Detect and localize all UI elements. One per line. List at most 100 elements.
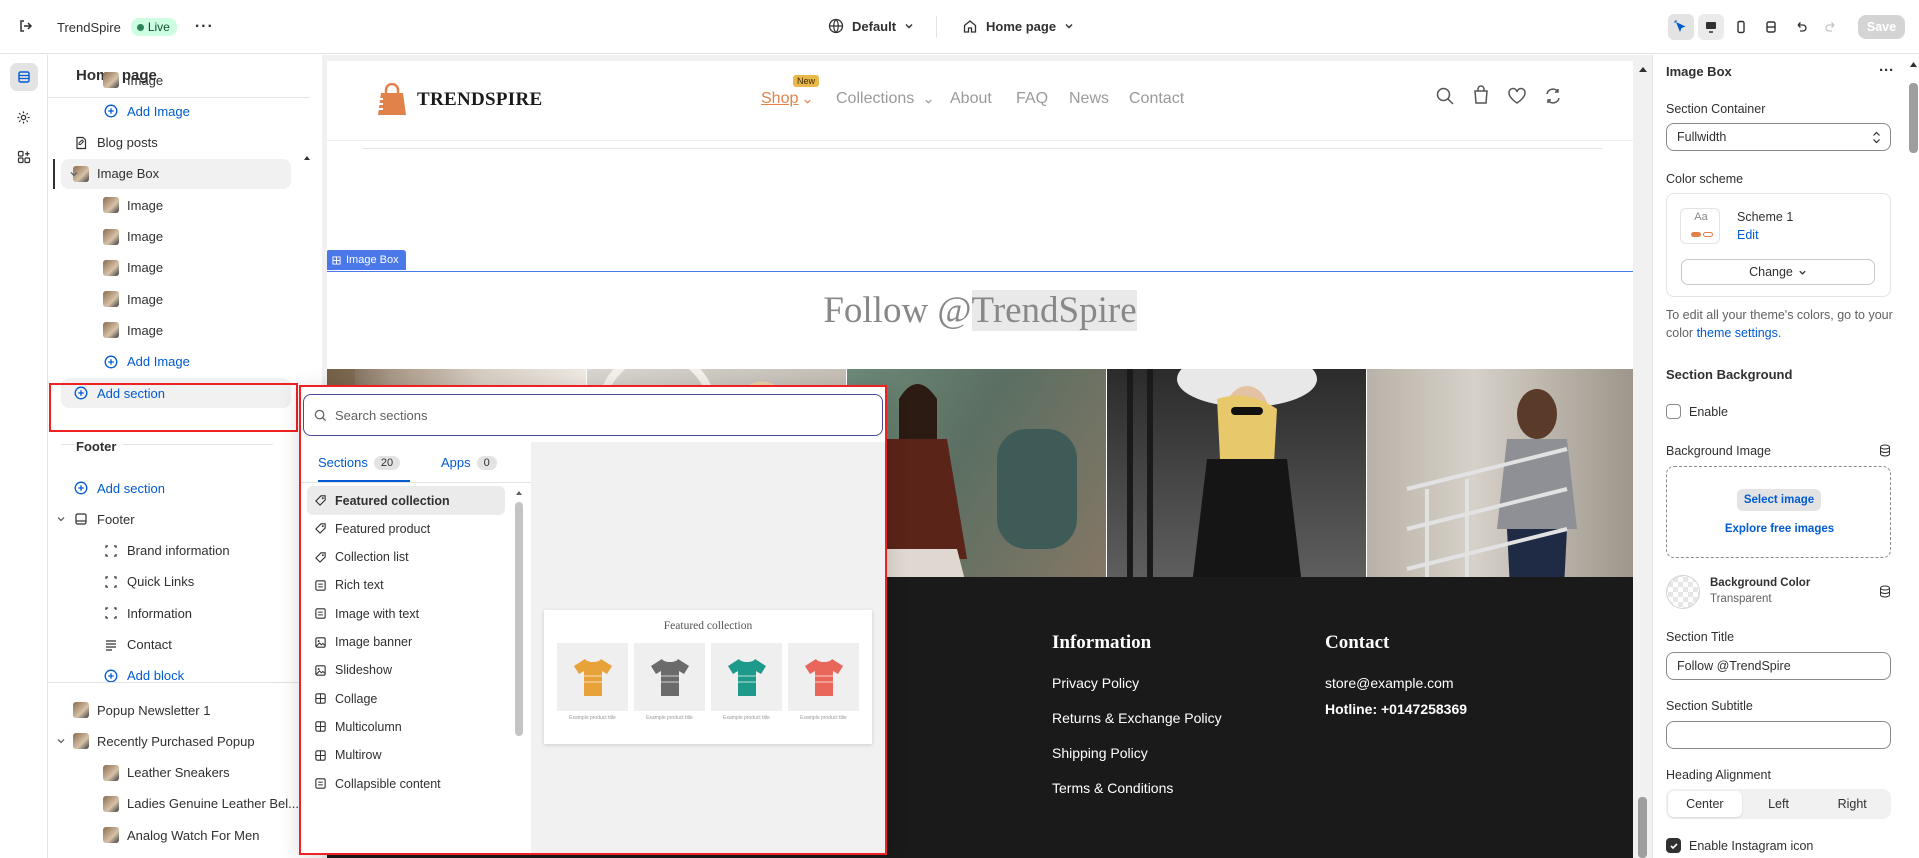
section-subtitle-input[interactable]	[1666, 721, 1891, 749]
image-thumbnail	[103, 322, 119, 339]
footer-quick-links[interactable]: Quick Links	[48, 567, 304, 597]
store-logo[interactable]: TRENDSPIRE	[371, 83, 542, 117]
section-option-multirow[interactable]: Multirow	[307, 741, 505, 770]
section-option-collapsible-content[interactable]: Collapsible content	[307, 769, 505, 798]
apps-icon[interactable]	[10, 143, 38, 171]
footer-add-block[interactable]: Add block	[48, 661, 304, 691]
nav-faq[interactable]: FAQ	[1016, 90, 1048, 108]
chevron-down-icon[interactable]	[56, 736, 66, 746]
nav-shop[interactable]: Shop	[761, 90, 798, 108]
image-thumbnail	[73, 733, 89, 750]
scroll-up-icon[interactable]	[1909, 61, 1918, 68]
section-option-image-with-text[interactable]: Image with text	[307, 599, 505, 628]
popup-list-scrollbar[interactable]	[513, 486, 525, 848]
preview-pane: Featured collection Example product titl…	[531, 442, 885, 853]
search-sections-field[interactable]: Search sections	[303, 394, 883, 436]
enable-background-checkbox[interactable]: Enable	[1666, 404, 1728, 419]
overlay-popup-newsletter-1[interactable]: Popup Newsletter 1	[48, 695, 304, 725]
search-sections-input[interactable]: Search sections	[335, 408, 428, 423]
section-container-select[interactable]: Fullwidth	[1666, 123, 1891, 151]
tag-icon	[313, 550, 327, 564]
footer-add-section[interactable]: Add section	[48, 473, 304, 503]
more-actions-icon[interactable]: ···	[195, 18, 214, 36]
section-title-input[interactable]: Follow @TrendSpire	[1666, 652, 1891, 680]
section-option-slideshow[interactable]: Slideshow	[307, 656, 505, 685]
preview-scrollbar[interactable]	[1633, 55, 1652, 858]
tree-image-box[interactable]: Image Box	[53, 158, 291, 189]
tree-image[interactable]: Image	[48, 190, 304, 220]
overlay-analog-watch-for-men[interactable]: Analog Watch For Men	[48, 820, 304, 850]
save-button[interactable]: Save	[1858, 15, 1905, 39]
enable-instagram-checkbox[interactable]: Enable Instagram icon	[1666, 838, 1813, 853]
nav-news[interactable]: News	[1069, 90, 1109, 108]
tree-add-image[interactable]: Add Image	[48, 347, 304, 377]
overlay-ladies-genuine-leather-bel[interactable]: Ladies Genuine Leather Bel...	[48, 789, 304, 819]
theme-selector[interactable]: Default	[828, 18, 914, 34]
tree-image[interactable]: Image	[48, 222, 304, 252]
footer-email[interactable]: store@example.com	[1325, 675, 1454, 691]
change-scheme-button[interactable]: Change	[1681, 259, 1875, 285]
cart-icon[interactable]	[1471, 85, 1491, 105]
align-left-option[interactable]: Left	[1742, 791, 1816, 817]
page-selector[interactable]: Home page	[962, 18, 1074, 34]
theme-settings-link[interactable]: theme settings	[1697, 326, 1778, 340]
heart-icon[interactable]	[1507, 86, 1527, 106]
nav-about[interactable]: About	[950, 90, 992, 108]
row-label: Ladies Genuine Leather Bel...	[127, 796, 300, 812]
section-option-featured-product[interactable]: Featured product	[307, 514, 505, 543]
image-thumbnail	[103, 228, 119, 245]
tree-image[interactable]: Image	[48, 65, 304, 95]
tab-sections[interactable]: Sections 20	[318, 455, 401, 470]
background-color-swatch[interactable]	[1666, 575, 1700, 609]
nav-contact[interactable]: Contact	[1129, 90, 1184, 108]
settings-scrollbar[interactable]	[1909, 83, 1918, 153]
chevron-down-icon[interactable]	[56, 514, 66, 524]
more-options-icon[interactable]: ···	[1879, 62, 1894, 79]
explore-free-images-link[interactable]: Explore free images	[1667, 523, 1892, 535]
undo-icon[interactable]	[1788, 14, 1814, 40]
footer-footer[interactable]: Footer	[48, 504, 304, 534]
footer-link-shipping[interactable]: Shipping Policy	[1052, 745, 1148, 761]
footer-brand-information[interactable]: Brand information	[48, 536, 304, 566]
footer-link-terms[interactable]: Terms & Conditions	[1052, 780, 1173, 796]
footer-information[interactable]: Information	[48, 598, 304, 628]
section-option-collection-list[interactable]: Collection list	[307, 543, 505, 572]
overlay-fedora-foldable-waterproo[interactable]: Fedora Foldable Waterproo...	[48, 852, 304, 858]
section-option-rich-text[interactable]: Rich text	[307, 571, 505, 600]
overlay-recently-purchased-popup[interactable]: Recently Purchased Popup	[48, 726, 304, 756]
desktop-view-icon[interactable]	[1698, 14, 1724, 40]
tree-image[interactable]: Image	[48, 315, 304, 345]
section-option-multicolumn[interactable]: Multicolumn	[307, 712, 505, 741]
redo-icon[interactable]	[1818, 14, 1844, 40]
tree-image[interactable]: Image	[48, 284, 304, 314]
section-option-collage[interactable]: Collage	[307, 684, 505, 713]
section-option-featured-collection[interactable]: Featured collection	[307, 486, 505, 515]
overlay-leather-sneakers[interactable]: Leather Sneakers	[48, 758, 304, 788]
tree-blog-posts[interactable]: Blog posts	[48, 128, 304, 158]
tree-add-image[interactable]: Add Image	[48, 96, 304, 126]
tab-apps[interactable]: Apps 0	[441, 455, 497, 470]
dynamic-source-icon[interactable]	[1879, 585, 1891, 598]
row-label: Popup Newsletter 1	[97, 702, 211, 718]
sections-icon[interactable]	[9, 63, 38, 91]
footer-link-returns[interactable]: Returns & Exchange Policy	[1052, 710, 1222, 726]
exit-icon[interactable]	[17, 17, 35, 35]
scheme-edit-link[interactable]: Edit	[1737, 228, 1759, 242]
refresh-icon[interactable]	[1543, 86, 1563, 106]
inspector-toggle-icon[interactable]	[1668, 14, 1694, 40]
background-image-dropzone[interactable]: Select image Explore free images	[1666, 466, 1891, 558]
chevron-down-icon[interactable]	[69, 169, 79, 179]
nav-collections[interactable]: Collections	[836, 90, 914, 108]
search-icon[interactable]	[1435, 86, 1455, 106]
align-center-option[interactable]: Center	[1668, 791, 1742, 817]
footer-contact[interactable]: Contact	[48, 630, 304, 660]
align-right-option[interactable]: Right	[1815, 791, 1889, 817]
section-option-image-banner[interactable]: Image banner	[307, 628, 505, 657]
settings-gear-icon[interactable]	[10, 103, 38, 131]
select-image-button[interactable]: Select image	[1737, 489, 1821, 511]
fullscreen-view-icon[interactable]	[1758, 14, 1784, 40]
tree-image[interactable]: Image	[48, 253, 304, 283]
footer-link-privacy[interactable]: Privacy Policy	[1052, 675, 1139, 691]
mobile-view-icon[interactable]	[1728, 14, 1754, 40]
dynamic-source-icon[interactable]	[1879, 444, 1891, 457]
